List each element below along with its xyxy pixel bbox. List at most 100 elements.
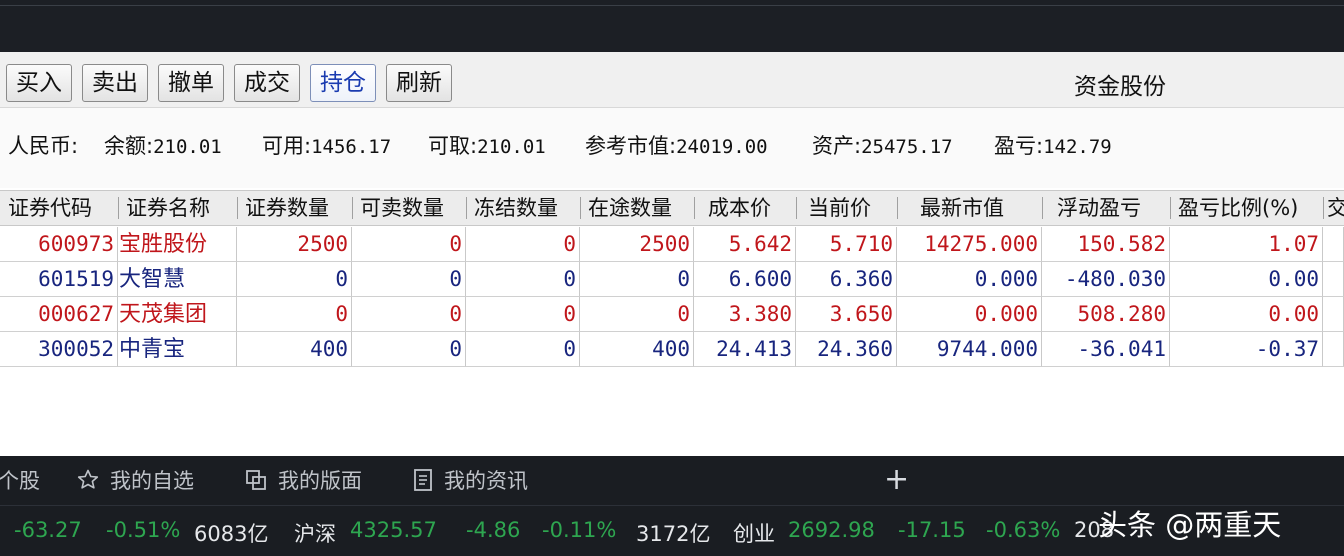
- tab-news-label: 我的资讯: [444, 469, 528, 493]
- toolbar: 买入 卖出 撤单 成交 持仓 刷新 资金股份: [0, 52, 1344, 108]
- tab-watchlist-label: 我的自选: [110, 469, 194, 493]
- cell-cost: 6.600: [694, 262, 796, 297]
- trade-panel: 买入 卖出 撤单 成交 持仓 刷新 资金股份 人民币: 余额:210.01 可用…: [0, 52, 1344, 456]
- available-item: 可用:1456.17: [262, 130, 391, 160]
- cell-pnl-ratio: 0.00: [1170, 262, 1323, 297]
- pnl-value: 142.79: [1043, 136, 1112, 158]
- fund-shares-label: 资金股份: [1074, 74, 1166, 100]
- header-transit[interactable]: 在途数量: [588, 191, 692, 225]
- cell-transit: 0: [580, 262, 694, 297]
- table-header: 证券代码 证券名称 证券数量 可卖数量 冻结数量 在途数量 成本价 当前价 最新…: [0, 190, 1344, 226]
- cell-name: 大智慧: [118, 262, 237, 297]
- withdrawable-item: 可取:210.01: [428, 130, 546, 160]
- header-trade[interactable]: 交: [1327, 191, 1344, 225]
- sell-button[interactable]: 卖出: [82, 64, 148, 102]
- cell-trade: [1323, 227, 1344, 262]
- cell-sellable: 0: [352, 227, 466, 262]
- header-qty[interactable]: 证券数量: [245, 191, 349, 225]
- cell-float-pnl: 508.280: [1042, 297, 1170, 332]
- available-label: 可用:: [262, 134, 312, 158]
- trades-button[interactable]: 成交: [234, 64, 300, 102]
- add-tab-button[interactable]: +: [884, 462, 909, 497]
- tab-layout-label: 我的版面: [278, 469, 362, 493]
- tab-watchlist[interactable]: 我的自选: [76, 465, 194, 495]
- cell-transit: 2500: [580, 227, 694, 262]
- cell-trade: [1323, 297, 1344, 332]
- cancel-order-button[interactable]: 撤单: [158, 64, 224, 102]
- ticker-sh-pct: -0.51%: [106, 518, 181, 542]
- cell-price: 24.360: [796, 332, 897, 367]
- bottom-tab-row: 个股 我的自选 我的版面 我的资讯 +: [0, 456, 1344, 506]
- cell-cost: 24.413: [694, 332, 796, 367]
- tab-stocks[interactable]: 个股: [0, 465, 40, 495]
- cell-price: 6.360: [796, 262, 897, 297]
- assets-item: 资产:25475.17: [812, 130, 953, 160]
- available-value: 1456.17: [311, 136, 392, 158]
- tab-layout[interactable]: 我的版面: [244, 465, 362, 495]
- bottom-bar: 个股 我的自选 我的版面 我的资讯 + -63.27 -0.51% 6083亿 …: [0, 456, 1344, 556]
- cell-sellable: 0: [352, 297, 466, 332]
- table-row[interactable]: 000627 天茂集团 0 0 0 0 3.380 3.650 0.000 508.280 0.00: [0, 297, 1344, 332]
- cell-name: 宝胜股份: [118, 227, 237, 262]
- cell-name: 中青宝: [118, 332, 237, 367]
- cell-cost: 3.380: [694, 297, 796, 332]
- table-row[interactable]: 600973 宝胜股份 2500 0 0 2500 5.642 5.710 14275.000 1…: [0, 227, 1344, 262]
- market-value-label: 参考市值:: [585, 134, 677, 158]
- refresh-button[interactable]: 刷新: [386, 64, 452, 102]
- star-icon: [77, 469, 99, 489]
- header-pnl-ratio[interactable]: 盈亏比例(%): [1178, 191, 1318, 225]
- cell-sellable: 0: [352, 262, 466, 297]
- header-market-value[interactable]: 最新市值: [920, 191, 1040, 225]
- buy-button[interactable]: 买入: [6, 64, 72, 102]
- currency-label: 人民币:: [8, 134, 79, 158]
- balance-item: 余额:210.01: [104, 130, 222, 160]
- header-name[interactable]: 证券名称: [126, 191, 230, 225]
- cell-trade: [1323, 332, 1344, 367]
- header-divider: [237, 197, 238, 219]
- cell-sellable: 0: [352, 332, 466, 367]
- cell-qty: 400: [237, 332, 352, 367]
- cell-market-value: 9744.000: [897, 332, 1042, 367]
- cell-transit: 0: [580, 297, 694, 332]
- ticker-cy-label: 创业: [733, 522, 775, 546]
- header-cost[interactable]: 成本价: [708, 191, 794, 225]
- account-summary: 人民币: 余额:210.01 可用:1456.17 可取:210.01 参考市值…: [0, 108, 1344, 188]
- header-price[interactable]: 当前价: [808, 191, 894, 225]
- cell-transit: 400: [580, 332, 694, 367]
- header-frozen[interactable]: 冻结数量: [474, 191, 578, 225]
- market-value-value: 24019.00: [676, 136, 768, 158]
- balance-label: 余额:: [104, 134, 154, 158]
- pnl-item: 盈亏:142.79: [994, 130, 1112, 160]
- table-row[interactable]: 300052 中青宝 400 0 0 400 24.413 24.360 9744.000 -36…: [0, 332, 1344, 367]
- cell-pnl-ratio: 0.00: [1170, 297, 1323, 332]
- cell-market-value: 0.000: [897, 262, 1042, 297]
- cell-trade: [1323, 262, 1344, 297]
- header-sellable[interactable]: 可卖数量: [360, 191, 464, 225]
- ticker-hs-turnover: 3172亿: [636, 522, 711, 546]
- cell-cost: 5.642: [694, 227, 796, 262]
- cell-price: 5.710: [796, 227, 897, 262]
- cell-code: 600973: [0, 227, 118, 262]
- header-code[interactable]: 证券代码: [8, 191, 116, 225]
- header-divider: [694, 197, 695, 219]
- cell-frozen: 0: [466, 227, 580, 262]
- cell-market-value: 0.000: [897, 297, 1042, 332]
- ticker-cy-pct: -0.63%: [986, 518, 1061, 542]
- watermark: 头条 @两重天: [1098, 508, 1282, 542]
- ticker-hs-value: 4325.57: [350, 518, 437, 542]
- positions-tab[interactable]: 持仓: [310, 64, 376, 102]
- header-divider: [897, 197, 898, 219]
- cell-qty: 0: [237, 262, 352, 297]
- cell-pnl-ratio: -0.37: [1170, 332, 1323, 367]
- cell-code: 601519: [0, 262, 118, 297]
- balance-value: 210.01: [153, 136, 222, 158]
- assets-value: 25475.17: [861, 136, 953, 158]
- ticker-cy-change: -17.15: [898, 518, 966, 542]
- document-icon: [414, 469, 432, 491]
- header-divider: [1323, 197, 1324, 219]
- tab-news[interactable]: 我的资讯: [412, 465, 528, 495]
- header-float-pnl[interactable]: 浮动盈亏: [1057, 191, 1167, 225]
- table-row[interactable]: 601519 大智慧 0 0 0 0 6.600 6.360 0.000 -480.030 0.00: [0, 262, 1344, 297]
- header-divider: [796, 197, 797, 219]
- ticker-sh-turnover: 6083亿: [194, 522, 269, 546]
